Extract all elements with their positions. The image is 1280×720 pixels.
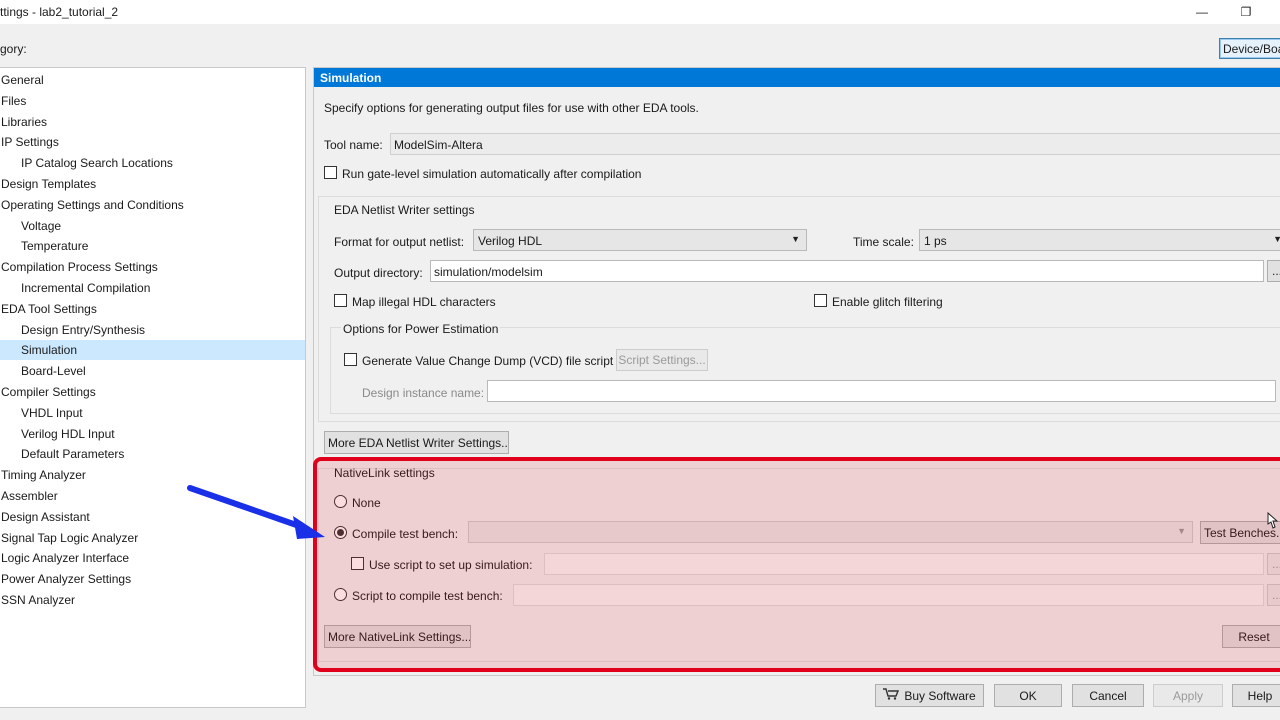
tree-item-temperature[interactable]: Temperature [0, 236, 305, 256]
use-script-checkbox[interactable] [351, 557, 364, 570]
tree-item-verilog-hdl-input[interactable]: Verilog HDL Input [0, 424, 305, 444]
annotation-arrow-icon [187, 485, 325, 539]
panel-description: Specify options for generating output fi… [324, 101, 699, 115]
format-value: Verilog HDL [478, 234, 543, 248]
vcd-checkbox[interactable] [344, 353, 357, 366]
map-illegal-label: Map illegal HDL characters [352, 295, 496, 309]
tree-item-compiler-settings[interactable]: Compiler Settings [0, 382, 305, 402]
tree-item-power-analyzer-settings[interactable]: Power Analyzer Settings [0, 569, 305, 589]
buy-software-label: Buy Software [904, 688, 976, 703]
script-compile-browse-button[interactable]: ... [1267, 584, 1280, 606]
output-dir-label: Output directory: [334, 266, 423, 280]
tree-item-default-parameters[interactable]: Default Parameters [0, 444, 305, 464]
compile-test-bench-radio[interactable] [334, 526, 347, 539]
buy-software-button[interactable]: Buy Software [875, 684, 984, 707]
window-title: ttings - lab2_tutorial_2 [0, 5, 119, 19]
glitch-filter-checkbox[interactable] [814, 294, 827, 307]
category-tree[interactable]: General Files Libraries IP Settings IP Catal… [0, 67, 306, 708]
tree-item-files[interactable]: Files [0, 91, 305, 111]
category-label: gory: [0, 42, 27, 56]
vcd-label: Generate Value Change Dump (VCD) file sc… [362, 354, 614, 368]
ok-button[interactable]: OK [994, 684, 1062, 707]
time-scale-label: Time scale: [853, 235, 914, 249]
compile-test-bench-dropdown[interactable]: ▼ [468, 521, 1193, 543]
netlist-group-title: EDA Netlist Writer settings [332, 203, 477, 217]
tree-item-vhdl-input[interactable]: VHDL Input [0, 403, 305, 423]
more-nativelink-settings-button[interactable]: More NativeLink Settings... [324, 625, 471, 648]
tree-item-operating-settings-and-conditions[interactable]: Operating Settings and Conditions [0, 195, 305, 215]
tree-item-design-templates[interactable]: Design Templates [0, 174, 305, 194]
map-illegal-checkbox[interactable] [334, 294, 347, 307]
cancel-button[interactable]: Cancel [1072, 684, 1144, 707]
script-compile-radio[interactable] [334, 588, 347, 601]
format-dropdown[interactable]: Verilog HDL ▼ [473, 229, 807, 251]
script-compile-input[interactable] [513, 584, 1264, 606]
maximize-button[interactable]: ❐ [1226, 0, 1266, 24]
cart-icon [883, 688, 900, 703]
none-radio[interactable] [334, 495, 347, 508]
dialog-body: gory: Device/Boa General Files Libraries IP… [0, 24, 1280, 720]
apply-button[interactable]: Apply [1153, 684, 1223, 707]
tree-item-general[interactable]: General [0, 70, 305, 90]
script-compile-label: Script to compile test bench: [352, 589, 503, 603]
use-script-label: Use script to set up simulation: [369, 558, 533, 572]
format-label: Format for output netlist: [334, 235, 465, 249]
reset-button[interactable]: Reset [1222, 625, 1280, 648]
minimize-button[interactable]: — [1182, 0, 1222, 24]
script-settings-button[interactable]: Script Settings... [616, 349, 708, 371]
tree-item-compilation-process-settings[interactable]: Compilation Process Settings [0, 257, 305, 277]
device-board-button[interactable]: Device/Boa [1219, 38, 1280, 59]
compile-test-bench-label: Compile test bench: [352, 527, 459, 541]
tool-name-field[interactable]: ModelSim-Altera [390, 133, 1280, 155]
time-scale-value: 1 ps [924, 234, 947, 248]
design-instance-label: Design instance name: [362, 386, 485, 400]
run-gate-level-checkbox[interactable] [324, 166, 337, 179]
tree-item-incremental-compilation[interactable]: Incremental Compilation [0, 278, 305, 298]
tree-item-eda-tool-settings[interactable]: EDA Tool Settings [0, 299, 305, 319]
chevron-down-icon: ▼ [1177, 526, 1186, 536]
tree-item-ip-settings[interactable]: IP Settings [0, 132, 305, 152]
tool-name-label: Tool name: [324, 138, 383, 152]
run-gate-level-label: Run gate-level simulation automatically … [342, 167, 642, 181]
help-button[interactable]: Help [1232, 684, 1280, 707]
tree-item-ip-catalog-search-locations[interactable]: IP Catalog Search Locations [0, 153, 305, 173]
output-dir-browse-button[interactable]: ... [1267, 260, 1280, 282]
use-script-browse-button[interactable]: ... [1267, 553, 1280, 575]
glitch-filter-label: Enable glitch filtering [832, 295, 943, 309]
time-scale-dropdown[interactable]: 1 ps ▼ [919, 229, 1280, 251]
more-netlist-settings-button[interactable]: More EDA Netlist Writer Settings... [324, 431, 509, 454]
none-label: None [352, 496, 381, 510]
nativelink-group-title: NativeLink settings [334, 466, 435, 480]
panel-title: Simulation [314, 68, 1280, 87]
tree-item-voltage[interactable]: Voltage [0, 216, 305, 236]
simulation-panel: Simulation Specify options for generatin… [313, 67, 1280, 676]
power-group-title: Options for Power Estimation [341, 322, 501, 336]
design-instance-input[interactable] [487, 380, 1276, 402]
restore-icon: ❐ [1240, 5, 1252, 19]
tree-item-simulation[interactable]: Simulation [0, 340, 305, 361]
tree-item-design-entry-synthesis[interactable]: Design Entry/Synthesis [0, 320, 305, 340]
title-bar: ttings - lab2_tutorial_2 — ❐ [0, 0, 1280, 24]
tree-item-logic-analyzer-interface[interactable]: Logic Analyzer Interface [0, 548, 305, 568]
minimize-icon: — [1196, 5, 1208, 19]
mouse-cursor-icon [1266, 511, 1280, 537]
tree-item-libraries[interactable]: Libraries [0, 112, 305, 132]
tree-item-board-level[interactable]: Board-Level [0, 361, 305, 381]
use-script-input[interactable] [544, 553, 1264, 575]
tree-item-ssn-analyzer[interactable]: SSN Analyzer [0, 590, 305, 610]
chevron-down-icon: ▼ [791, 234, 800, 244]
output-dir-input[interactable]: simulation/modelsim [430, 260, 1264, 282]
chevron-down-icon: ▼ [1273, 234, 1280, 244]
